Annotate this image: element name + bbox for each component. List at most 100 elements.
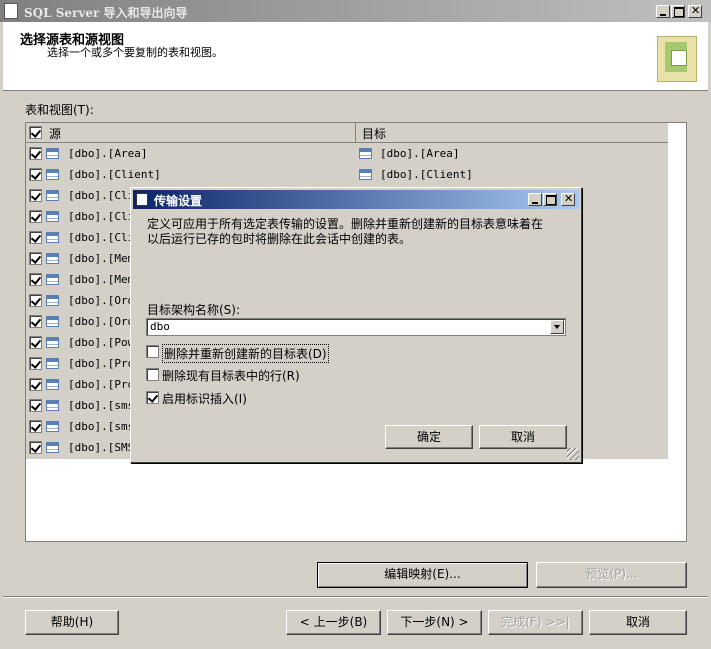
table-icon [46, 232, 59, 243]
row-source: [dbo].[Ord [68, 294, 135, 307]
back-button[interactable]: < 上一步(B) [286, 610, 381, 635]
app-icon [4, 3, 18, 19]
row-source: [dbo].[Client] [68, 168, 161, 181]
table-icon [46, 274, 59, 285]
col-target[interactable]: 目标 [362, 125, 386, 142]
help-button[interactable]: 帮助(H) [25, 610, 119, 635]
table-icon [46, 337, 59, 348]
page-subtitle: 选择一个或多个要复制的表和视图。 [47, 46, 223, 59]
row-source: [dbo].[Ord [68, 315, 135, 328]
row-checkbox[interactable] [29, 336, 42, 349]
dialog-description: 定义可应用于所有选定表传输的设置。删除并重新创建新的目标表意味着在以后运行已存的… [147, 217, 544, 246]
table-icon [359, 169, 372, 180]
window-title: SQL Server 导入和导出向导 [24, 6, 188, 20]
edit-mapping-button[interactable]: 编辑映射(E)... [317, 562, 528, 588]
row-checkbox[interactable] [29, 210, 42, 223]
row-checkbox[interactable] [29, 231, 42, 244]
identity-insert-checkbox[interactable] [146, 391, 159, 404]
wizard-header: 选择源表和源视图 选择一个或多个要复制的表和视图。 [3, 22, 708, 91]
table-icon [46, 400, 59, 411]
col-source[interactable]: 源 [49, 125, 61, 142]
table-icon [46, 253, 59, 264]
schema-select[interactable]: dbo [146, 318, 566, 336]
table-icon [46, 379, 59, 390]
table-icon [359, 148, 372, 159]
tables-label: 表和视图(T): [25, 103, 94, 117]
next-button[interactable]: 下一步(N) > [387, 610, 482, 635]
table-icon [46, 358, 59, 369]
row-source: [dbo].[Pow [68, 336, 135, 349]
row-checkbox[interactable] [29, 168, 42, 181]
row-target[interactable]: [dbo].[Area] [380, 147, 459, 160]
dialog-cancel-button[interactable]: 取消 [479, 425, 567, 449]
wizard-logo-icon [651, 30, 701, 82]
schema-value: dbo [150, 320, 170, 333]
row-checkbox[interactable] [29, 420, 42, 433]
dialog-title: 传输设置 [154, 194, 203, 208]
minimize-icon [532, 202, 538, 204]
row-source: [dbo].[Pro [68, 357, 135, 370]
row-source: [dbo].[Pro [68, 378, 135, 391]
minimize-button[interactable] [656, 5, 670, 18]
row-checkbox[interactable] [29, 378, 42, 391]
row-source: [dbo].[Mem [68, 273, 135, 286]
row-checkbox[interactable] [29, 273, 42, 286]
row-checkbox[interactable] [29, 189, 42, 202]
dialog-icon [136, 193, 148, 206]
window-titlebar[interactable]: SQL Server 导入和导出向导 ✕ [0, 0, 711, 22]
close-button[interactable]: ✕ [688, 4, 702, 18]
dialog-close-button[interactable]: ✕ [561, 192, 575, 206]
row-source: [dbo].[Area] [68, 147, 148, 160]
table-icon [46, 442, 59, 453]
row-target[interactable]: [dbo].[Client] [380, 168, 473, 181]
row-checkbox[interactable] [29, 399, 42, 412]
row-source: [dbo].[Mem [68, 252, 135, 265]
recreate-table-checkbox[interactable] [146, 345, 159, 358]
row-checkbox[interactable] [29, 315, 42, 328]
minimize-icon [660, 14, 666, 16]
table-icon [46, 148, 59, 159]
maximize-icon [546, 195, 556, 205]
footer-divider [3, 596, 708, 598]
delete-rows-checkbox[interactable] [146, 368, 159, 381]
finish-button[interactable]: 完成(F) >>| [488, 610, 583, 635]
row-checkbox[interactable] [29, 357, 42, 370]
table-icon [46, 169, 59, 180]
delete-rows-label[interactable]: 删除现有目标表中的行(R) [162, 367, 300, 384]
table-icon [46, 295, 59, 306]
row-source: [dbo].[SMS [68, 441, 135, 454]
schema-label: 目标架构名称(S): [147, 303, 241, 317]
row-source: [dbo].[Cli [68, 210, 135, 223]
maximize-icon [674, 7, 684, 17]
recreate-table-label[interactable]: 删除并重新创建新的目标表(D) [162, 344, 329, 363]
row-source: [dbo].[Cli [68, 231, 135, 244]
row-checkbox[interactable] [29, 294, 42, 307]
grid-header: 源 目标 [26, 123, 668, 143]
row-checkbox[interactable] [29, 147, 42, 160]
identity-insert-label[interactable]: 启用标识插入(I) [162, 390, 247, 407]
dialog-maximize-button[interactable] [543, 193, 557, 206]
dialog-titlebar[interactable]: 传输设置 ✕ [133, 190, 579, 209]
transfer-settings-dialog[interactable]: 传输设置 ✕ 定义可应用于所有选定表传输的设置。删除并重新创建新的目标表意味着在… [130, 187, 582, 463]
chevron-down-icon [554, 325, 560, 329]
dialog-minimize-button[interactable] [528, 193, 542, 206]
select-all-checkbox[interactable] [29, 126, 42, 139]
table-icon [46, 316, 59, 327]
row-checkbox[interactable] [29, 252, 42, 265]
row-source: [dbo].[sms [68, 420, 135, 433]
table-icon [46, 421, 59, 432]
dialog-ok-button[interactable]: 确定 [385, 425, 473, 449]
maximize-button[interactable] [671, 5, 685, 18]
resize-grip-icon[interactable] [567, 448, 579, 460]
close-icon: ✕ [564, 192, 574, 205]
table-icon [46, 211, 59, 222]
table-row[interactable]: [dbo].[Area] [dbo].[Area] [26, 143, 668, 164]
cancel-button[interactable]: 取消 [589, 610, 687, 635]
preview-button[interactable]: 预览(P)... [536, 562, 687, 588]
row-checkbox[interactable] [29, 441, 42, 454]
row-source: [dbo].[sms [68, 399, 135, 412]
close-icon: ✕ [691, 4, 701, 17]
table-row[interactable]: [dbo].[Client] [dbo].[Client] [26, 164, 668, 185]
schema-dropdown-button[interactable] [550, 320, 564, 334]
row-source: [dbo].[Cli [68, 189, 135, 202]
